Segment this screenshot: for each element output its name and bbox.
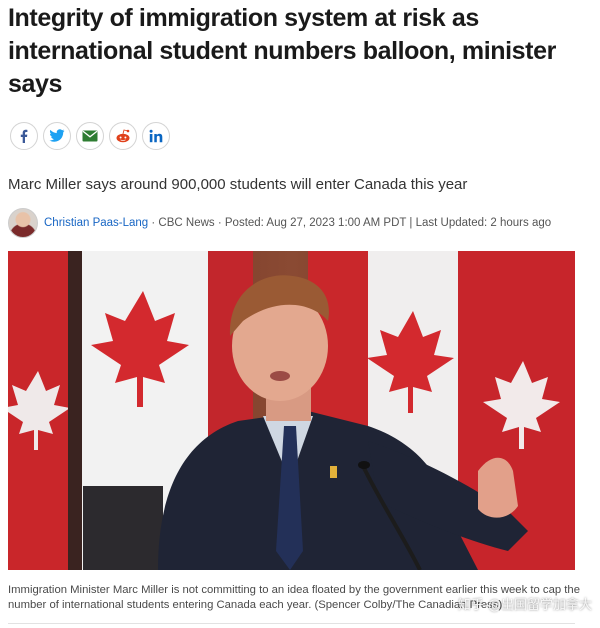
twitter-icon xyxy=(49,129,65,142)
email-icon xyxy=(82,130,98,142)
article-photo xyxy=(8,251,575,570)
share-facebook-button[interactable] xyxy=(10,122,38,150)
source-watermark: 知乎 @出国留学加拿大 xyxy=(457,598,592,613)
byline: Christian Paas-Lang · CBC News · Posted:… xyxy=(8,208,551,238)
linkedin-icon xyxy=(149,129,163,143)
divider xyxy=(8,623,575,624)
article-subheadline: Marc Miller says around 900,000 students… xyxy=(8,176,468,193)
author-link[interactable]: Christian Paas-Lang xyxy=(44,217,148,229)
share-twitter-button[interactable] xyxy=(43,122,71,150)
share-buttons xyxy=(10,122,170,150)
share-linkedin-button[interactable] xyxy=(142,122,170,150)
share-reddit-button[interactable] xyxy=(109,122,137,150)
share-email-button[interactable] xyxy=(76,122,104,150)
article-headline: Integrity of immigration system at risk … xyxy=(8,4,556,98)
minister-photo-illustration xyxy=(8,251,575,570)
byline-details: · CBC News · Posted: Aug 27, 2023 1:00 A… xyxy=(148,217,552,229)
facebook-icon xyxy=(20,129,28,143)
reddit-icon xyxy=(116,129,130,143)
author-avatar xyxy=(8,208,38,238)
